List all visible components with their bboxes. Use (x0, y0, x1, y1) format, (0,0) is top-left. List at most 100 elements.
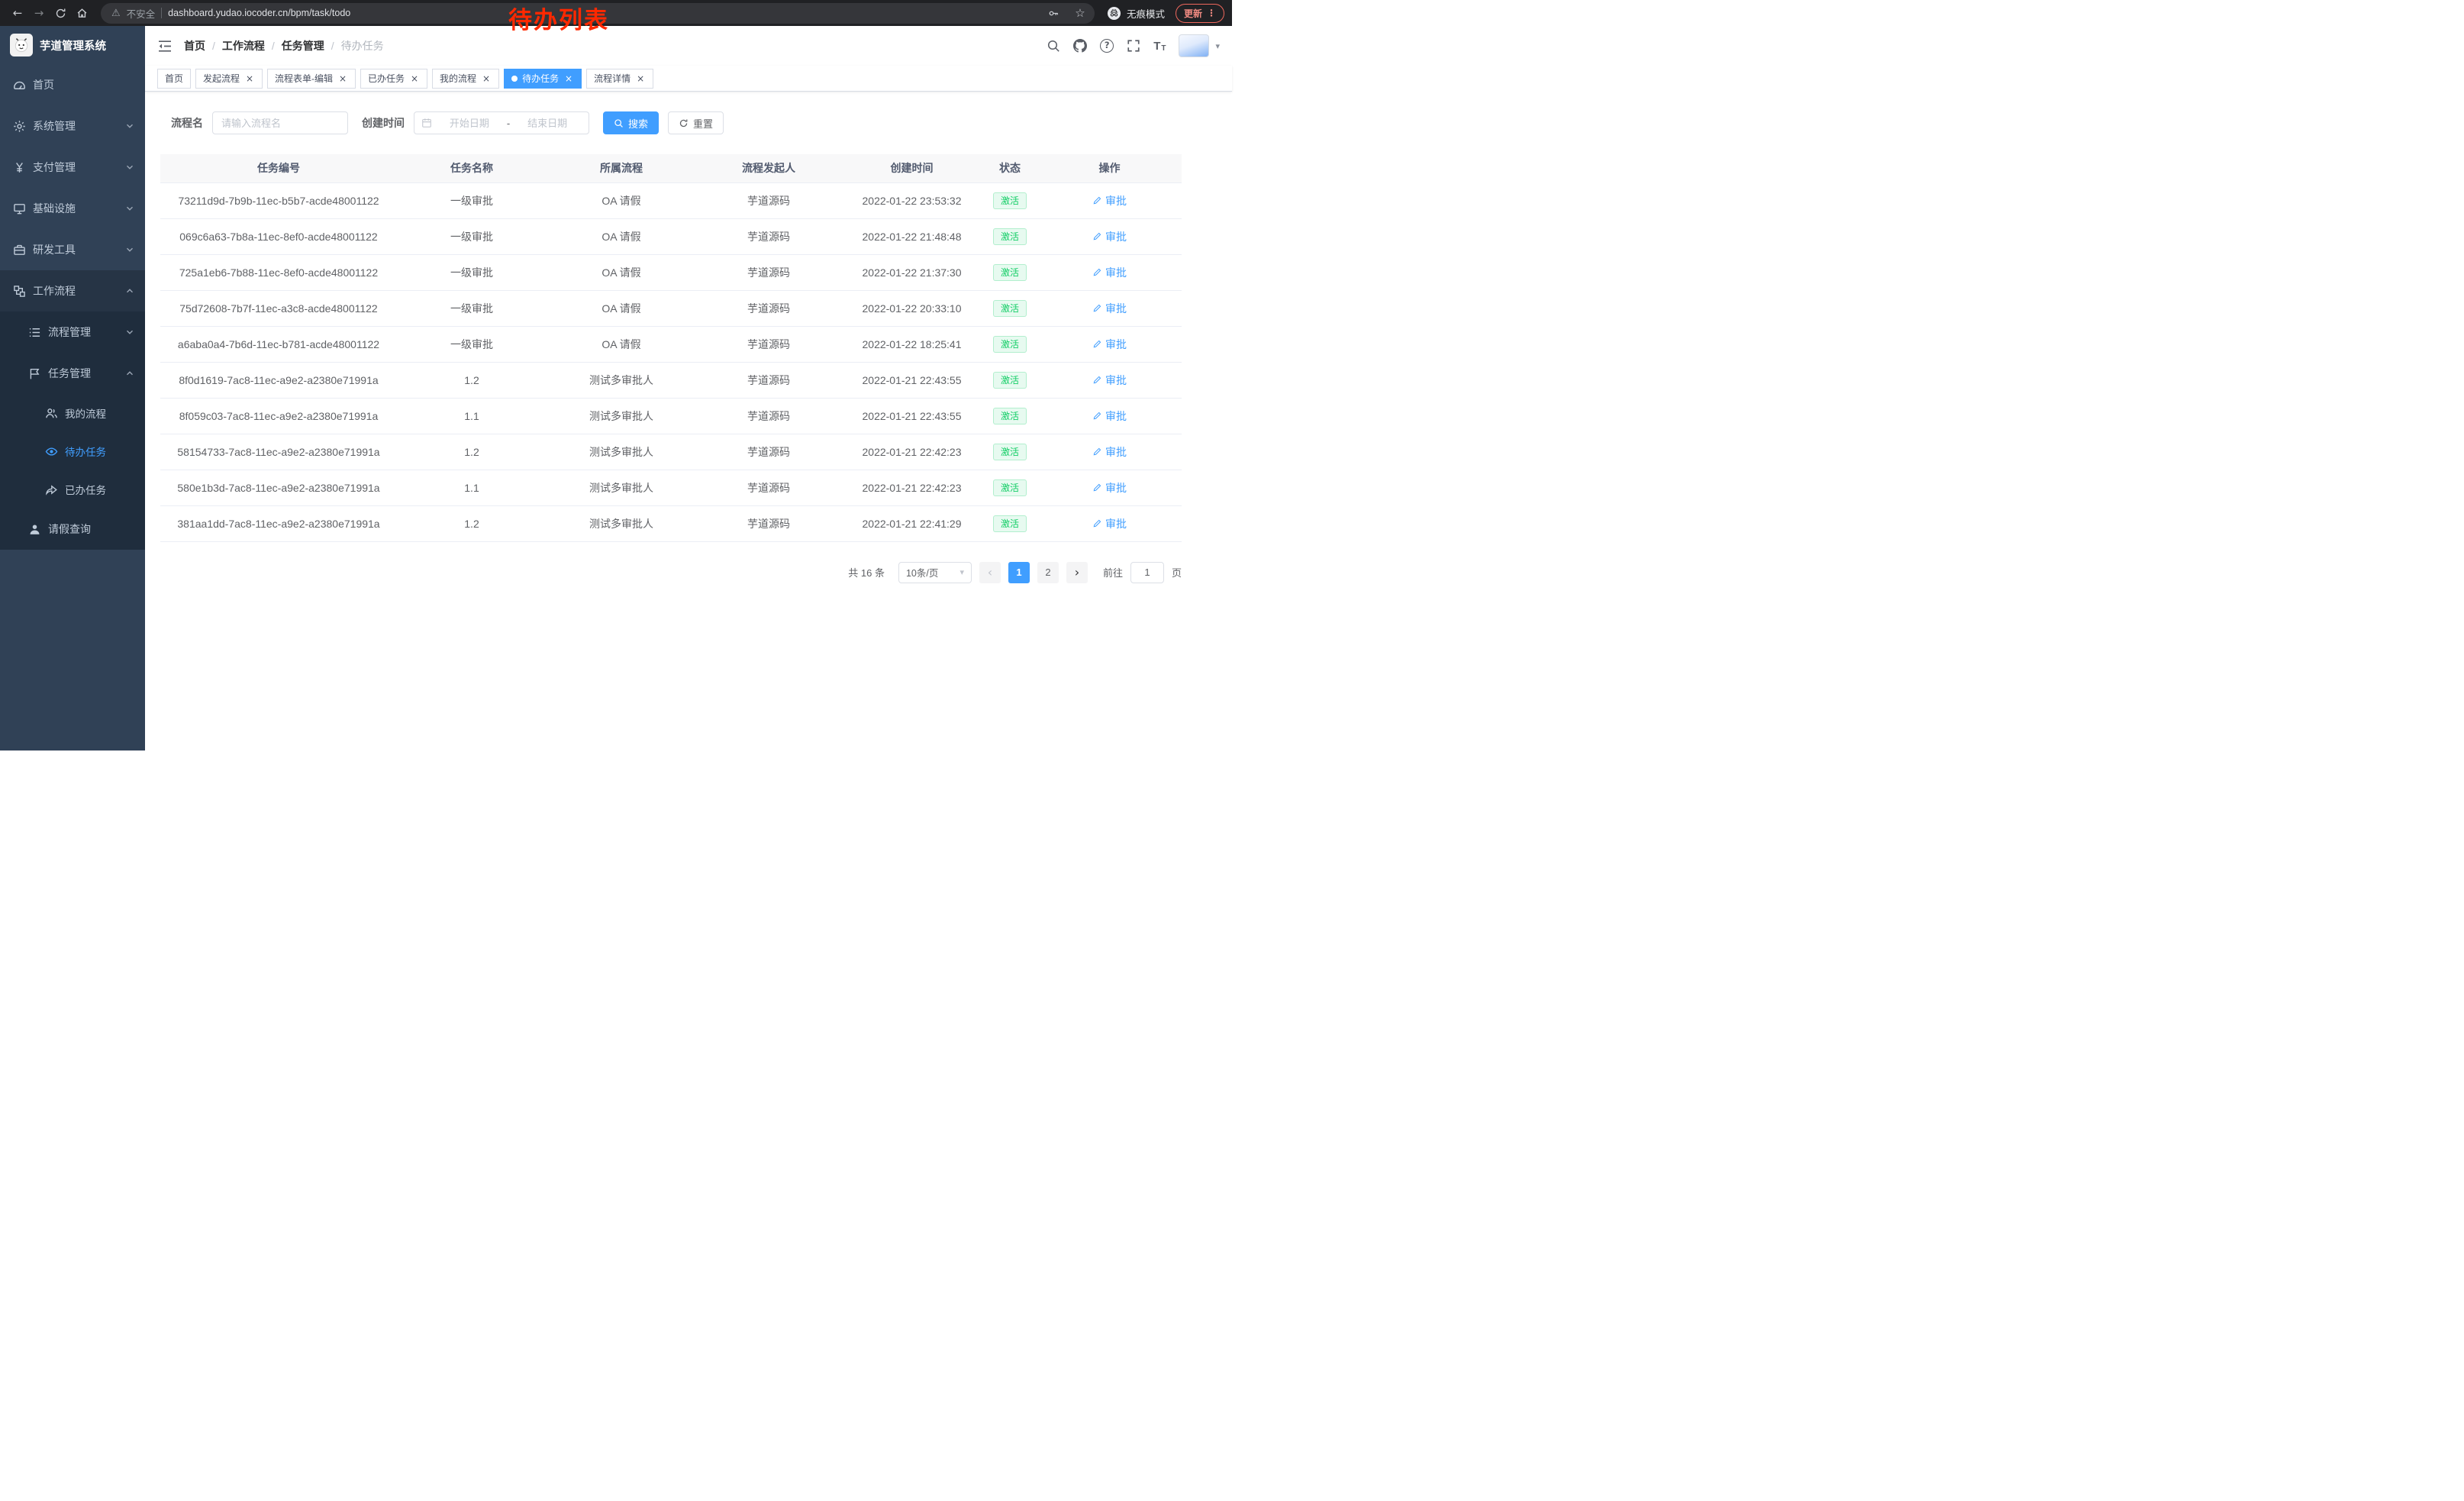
approve-link[interactable]: 审批 (1092, 480, 1127, 495)
pagination: 共 16 条 10条/页 ▾ ‹ 12 › 前往 页 (160, 562, 1182, 583)
browser-home-button[interactable] (72, 3, 92, 23)
home-icon (76, 8, 88, 19)
eye-icon (45, 445, 58, 458)
approve-link[interactable]: 审批 (1092, 337, 1127, 352)
breadcrumb: 首页/工作流程/任务管理/待办任务 (184, 38, 384, 53)
browser-chrome: ← → ⚠ 不安全 dashboard.yudao.iocoder.cn/bpm… (0, 0, 1232, 26)
sidebar-item-workflow[interactable]: 工作流程 (0, 270, 145, 311)
reset-icon (679, 118, 689, 128)
sidebar-item-label: 流程管理 (48, 324, 91, 340)
sidebar-item-label: 已办任务 (65, 482, 106, 497)
tab-close-icon[interactable]: × (409, 73, 420, 84)
process-name-input[interactable] (212, 111, 348, 134)
approve-link[interactable]: 审批 (1092, 193, 1127, 208)
browser-update-button[interactable]: 更新 ⋮ (1176, 4, 1224, 23)
tab-close-icon[interactable]: × (244, 73, 255, 84)
status-cell: 激活 (982, 182, 1037, 218)
collapse-sidebar-icon[interactable] (157, 40, 173, 53)
tab-close-icon[interactable]: × (563, 73, 574, 84)
approve-link[interactable]: 审批 (1092, 373, 1127, 388)
browser-back-button[interactable]: ← (8, 3, 27, 23)
next-page-button[interactable]: › (1066, 562, 1088, 583)
yen-icon (13, 161, 26, 174)
table-row: 8f0d1619-7ac8-11ec-a9e2-a2380e71991a1.2测… (160, 362, 1182, 398)
tab-form-edit[interactable]: 流程表单-编辑× (267, 69, 356, 89)
sidebar-item-todo-tasks[interactable]: 待办任务 (0, 432, 145, 470)
approve-link[interactable]: 审批 (1092, 516, 1127, 531)
browser-refresh-button[interactable] (50, 3, 70, 23)
gear-icon (13, 120, 26, 133)
search-button[interactable]: 搜索 (603, 111, 659, 134)
table-row: 58154733-7ac8-11ec-a9e2-a2380e71991a1.2测… (160, 434, 1182, 470)
tab-todo-tasks[interactable]: 待办任务× (504, 69, 582, 89)
status-badge: 激活 (993, 336, 1027, 353)
browser-forward-button[interactable]: → (29, 3, 49, 23)
table-row: 580e1b3d-7ac8-11ec-a9e2-a2380e71991a1.1测… (160, 470, 1182, 505)
browser-menu-icon[interactable]: ⋮ (1207, 8, 1216, 18)
password-key-icon[interactable] (1044, 3, 1064, 23)
font-size-icon[interactable]: TT (1153, 39, 1166, 53)
bookmark-star-icon[interactable]: ☆ (1070, 3, 1090, 23)
date-range-picker[interactable]: - (414, 111, 589, 134)
action-cell: 审批 (1037, 434, 1182, 470)
caret-down-icon[interactable]: ▾ (1215, 42, 1220, 50)
status-cell: 激活 (982, 290, 1037, 326)
tab-close-icon[interactable]: × (337, 73, 348, 84)
sidebar-item-my-process[interactable]: 我的流程 (0, 394, 145, 432)
breadcrumb-item[interactable]: 工作流程 (222, 38, 265, 53)
reset-button[interactable]: 重置 (668, 111, 724, 134)
app-logo (10, 34, 33, 56)
tab-close-icon[interactable]: × (481, 73, 492, 84)
help-icon[interactable]: ? (1100, 39, 1114, 53)
breadcrumb-separator: / (331, 40, 334, 52)
sidebar-item-system-management[interactable]: 系统管理 (0, 105, 145, 147)
sidebar-item-dev-tools[interactable]: 研发工具 (0, 229, 145, 270)
tab-process-detail[interactable]: 流程详情× (586, 69, 653, 89)
page-button-2[interactable]: 2 (1037, 562, 1059, 583)
sidebar-item-task-management[interactable]: 任务管理 (0, 353, 145, 394)
approve-link[interactable]: 审批 (1092, 229, 1127, 244)
sidebar-item-home[interactable]: 首页 (0, 64, 145, 105)
page-size-select[interactable]: 10条/页 ▾ (898, 562, 972, 583)
avatar[interactable] (1179, 34, 1209, 57)
process-cell: OA 请假 (547, 290, 696, 326)
edit-icon (1092, 267, 1102, 277)
prev-page-button[interactable]: ‹ (979, 562, 1001, 583)
start-date-input[interactable] (435, 118, 504, 129)
goto-page-input[interactable] (1130, 562, 1164, 583)
status-cell: 激活 (982, 505, 1037, 541)
sidebar-item-done-tasks[interactable]: 已办任务 (0, 470, 145, 508)
edit-icon (1092, 518, 1102, 528)
app-logo-row[interactable]: 芋道管理系统 (0, 26, 145, 64)
edit-icon (1092, 375, 1102, 385)
address-bar[interactable]: ⚠ 不安全 dashboard.yudao.iocoder.cn/bpm/tas… (101, 3, 1095, 24)
search-icon[interactable] (1047, 39, 1060, 53)
initiator-cell: 芋道源码 (696, 218, 841, 254)
page-button-1[interactable]: 1 (1008, 562, 1030, 583)
github-icon[interactable] (1073, 39, 1087, 53)
approve-link[interactable]: 审批 (1092, 408, 1127, 424)
process-name-label: 流程名 (171, 115, 203, 131)
sidebar-item-label: 待办任务 (65, 444, 106, 459)
approve-link[interactable]: 审批 (1092, 301, 1127, 316)
sidebar-item-leave-query[interactable]: 请假查询 (0, 508, 145, 550)
edit-icon (1092, 231, 1102, 241)
initiator-cell: 芋道源码 (696, 326, 841, 362)
people-icon (45, 407, 58, 420)
breadcrumb-item[interactable]: 任务管理 (282, 38, 324, 53)
tab-home[interactable]: 首页 (157, 69, 191, 89)
fullscreen-icon[interactable] (1127, 39, 1140, 53)
flag-icon (28, 367, 41, 380)
sidebar-item-payment-management[interactable]: 支付管理 (0, 147, 145, 188)
tab-close-icon[interactable]: × (635, 73, 646, 84)
tab-done-tasks[interactable]: 已办任务× (360, 69, 427, 89)
approve-link[interactable]: 审批 (1092, 444, 1127, 460)
approve-link[interactable]: 审批 (1092, 265, 1127, 280)
incognito-label: 无痕模式 (1127, 6, 1165, 21)
tab-start-process[interactable]: 发起流程× (195, 69, 263, 89)
end-date-input[interactable] (513, 118, 582, 129)
tab-my-process[interactable]: 我的流程× (432, 69, 499, 89)
sidebar-item-process-management[interactable]: 流程管理 (0, 311, 145, 353)
breadcrumb-item[interactable]: 首页 (184, 38, 205, 53)
sidebar-item-infrastructure[interactable]: 基础设施 (0, 188, 145, 229)
